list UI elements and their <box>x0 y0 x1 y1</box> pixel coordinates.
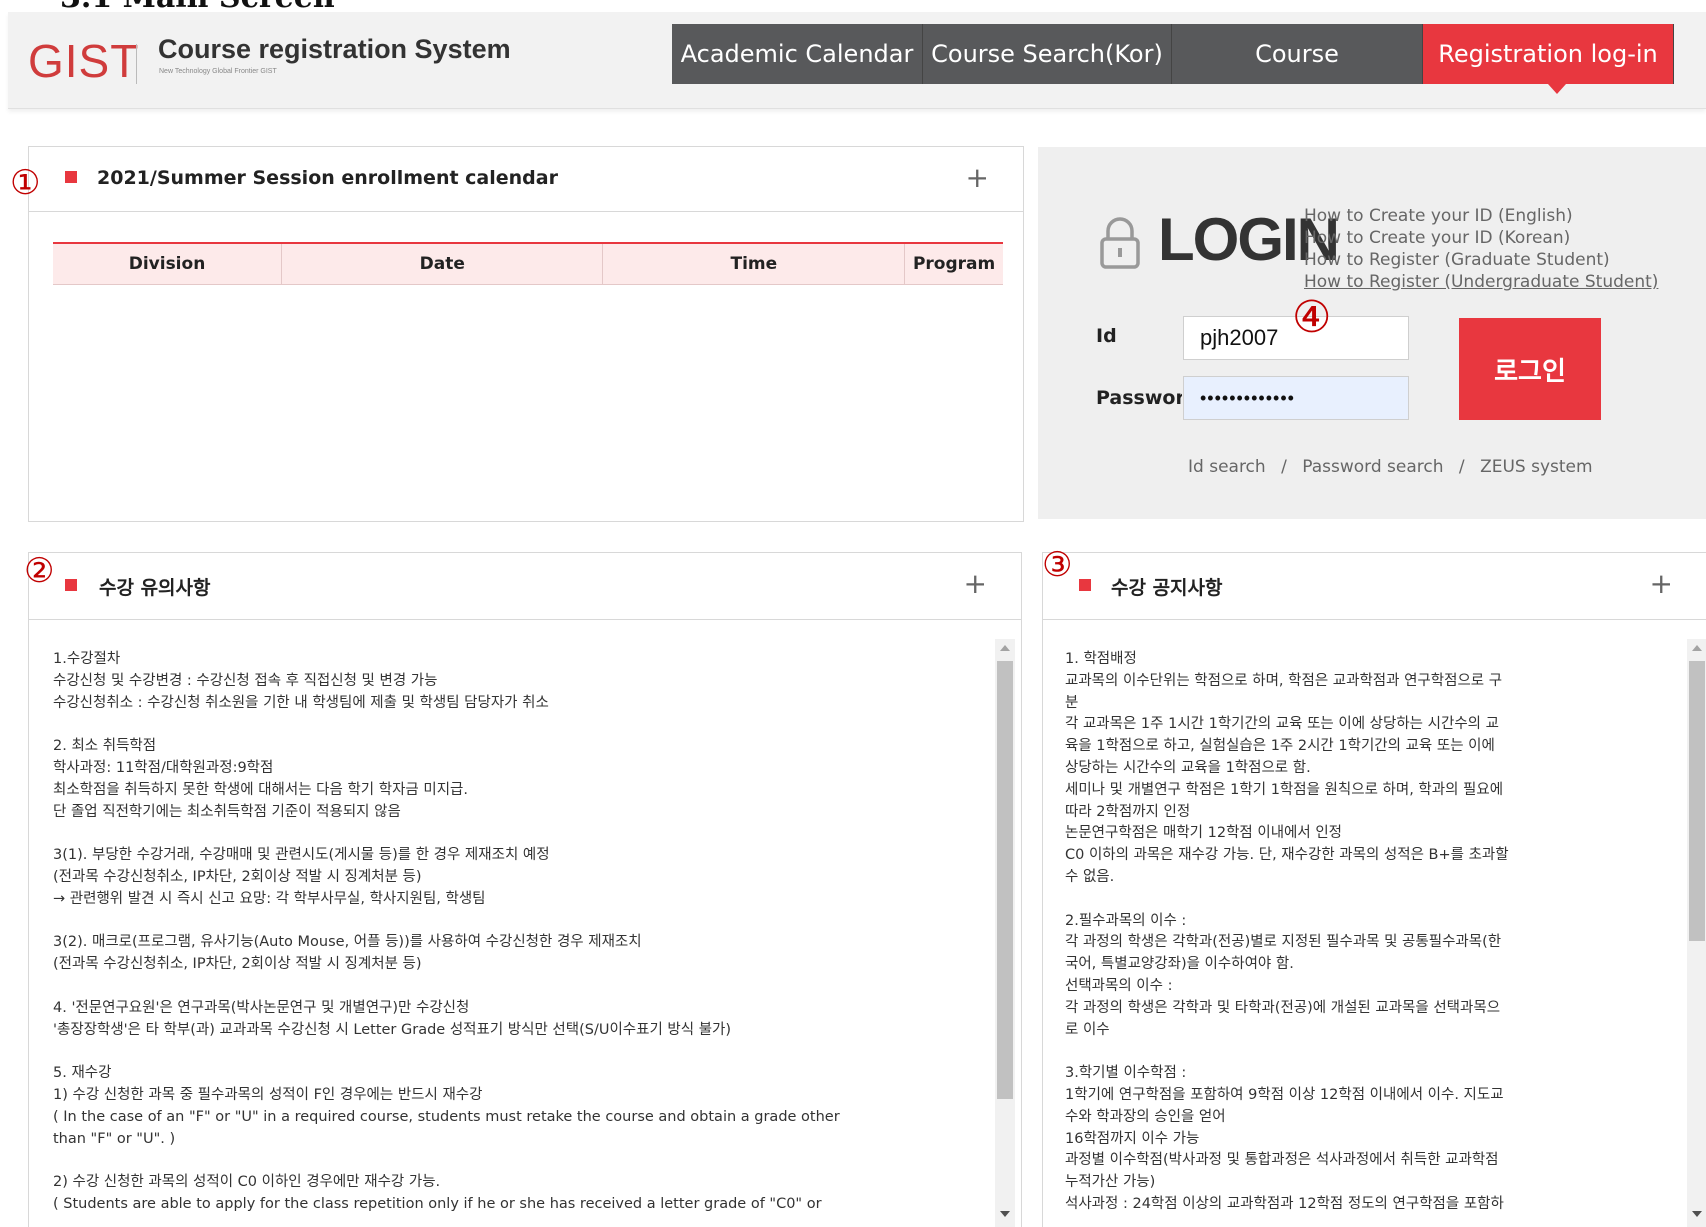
marker-4: ④ <box>1292 292 1332 343</box>
marker-3: ③ <box>1042 545 1073 585</box>
scroll-down-arrow-icon[interactable] <box>1692 1211 1702 1217</box>
lock-icon <box>1100 217 1140 269</box>
notice-left-header: 수강 유의사항 + <box>29 553 1021 620</box>
calendar-panel: 2021/Summer Session enrollment calendar … <box>28 146 1024 522</box>
calendar-table: Division Date Time Program <box>53 242 1003 285</box>
scroll-thumb[interactable] <box>1689 661 1705 941</box>
notice-right-title: 수강 공지사항 <box>1111 577 1223 599</box>
zeus-system-link[interactable]: ZEUS system <box>1480 457 1592 477</box>
col-division: Division <box>53 243 283 285</box>
notice-right-body: 1. 학점배정 교과목의 이수단위는 학점으로 하며, 학점은 교과학점과 연구… <box>1065 651 1509 1212</box>
system-title: Course registration System <box>158 34 511 64</box>
link-separator: / <box>1281 457 1287 477</box>
main-nav: Academic Calendar Course Search(Kor) Cou… <box>672 24 1674 84</box>
help-links: How to Create your ID (English) How to C… <box>1304 205 1658 293</box>
panel-bullet-icon <box>65 579 83 597</box>
system-subtitle: New Technology Global Frontier GIST <box>159 68 277 75</box>
col-time: Time <box>602 243 906 285</box>
marker-2: ② <box>24 551 55 591</box>
scroll-up-arrow-icon[interactable] <box>1692 645 1702 651</box>
col-program: Program <box>904 243 1003 285</box>
col-date: Date <box>281 243 604 285</box>
expand-plus-icon[interactable]: + <box>964 567 987 600</box>
notice-panel-left: 수강 유의사항 + 1.수강절차 수강신청 및 수강변경 : 수강신청 접속 후… <box>28 552 1022 1227</box>
active-nav-caret <box>1548 84 1566 94</box>
login-box: LOGIN How to Create your ID (English) Ho… <box>1038 147 1706 519</box>
logo-divider <box>136 44 137 84</box>
help-link-create-id-korean[interactable]: How to Create your ID (Korean) <box>1304 227 1658 249</box>
notice-left-scrollbar[interactable] <box>995 639 1015 1227</box>
password-label: Password <box>1096 387 1182 409</box>
panel-bullet-icon <box>1079 579 1097 597</box>
id-search-link[interactable]: Id search <box>1188 457 1266 477</box>
notice-right-scrollbar[interactable] <box>1687 639 1706 1227</box>
help-link-register-undergraduate[interactable]: How to Register (Undergraduate Student) <box>1304 271 1658 293</box>
login-button[interactable]: 로그인 <box>1459 318 1601 420</box>
calendar-panel-header: 2021/Summer Session enrollment calendar … <box>29 147 1023 212</box>
marker-1: ① <box>10 163 41 203</box>
scroll-thumb[interactable] <box>997 661 1013 1099</box>
help-link-create-id-english[interactable]: How to Create your ID (English) <box>1304 205 1658 227</box>
notice-right-header: 수강 공지사항 + <box>1043 553 1706 620</box>
id-label: Id <box>1096 325 1117 347</box>
calendar-panel-title: 2021/Summer Session enrollment calendar <box>97 167 558 189</box>
nav-course[interactable]: Course <box>1172 24 1423 84</box>
scroll-up-arrow-icon[interactable] <box>1000 645 1010 651</box>
panel-bullet-icon <box>65 171 83 189</box>
nav-course-search[interactable]: Course Search(Kor) <box>923 24 1172 84</box>
notice-left-title: 수강 유의사항 <box>99 577 211 599</box>
table-header-row: Division Date Time Program <box>53 243 1003 285</box>
password-input[interactable] <box>1183 376 1409 420</box>
help-link-register-graduate[interactable]: How to Register (Graduate Student) <box>1304 249 1658 271</box>
notice-panel-right: 수강 공지사항 + 1. 학점배정 교과목의 이수단위는 학점으로 하며, 학점… <box>1042 552 1706 1227</box>
notice-left-body: 1.수강절차 수강신청 및 수강변경 : 수강신청 접속 후 직접신청 및 변경… <box>53 651 840 1212</box>
link-separator: / <box>1458 457 1465 477</box>
nav-academic-calendar[interactable]: Academic Calendar <box>672 24 923 84</box>
expand-plus-icon[interactable]: + <box>966 161 989 194</box>
expand-plus-icon[interactable]: + <box>1650 567 1673 600</box>
gist-logo[interactable]: GIST <box>28 34 139 88</box>
scroll-down-arrow-icon[interactable] <box>1000 1211 1010 1217</box>
password-search-link[interactable]: Password search <box>1302 457 1443 477</box>
nav-registration-login[interactable]: Registration log-in <box>1423 24 1674 84</box>
login-footer-links: Id search / Password search / ZEUS syste… <box>1188 457 1593 477</box>
